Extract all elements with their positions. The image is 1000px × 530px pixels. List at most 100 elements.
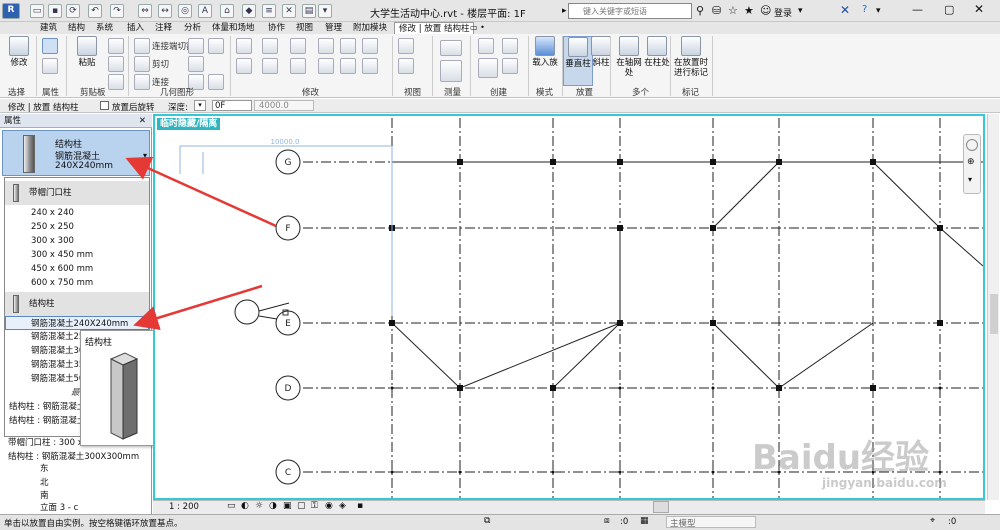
copy-icon[interactable]	[108, 38, 124, 54]
list-item[interactable]: 600 x 750 mm	[5, 276, 149, 290]
load-family-button[interactable]: 载入族	[530, 36, 560, 86]
grid-bubble-e[interactable]: E	[285, 319, 291, 329]
browser-item[interactable]: 东	[40, 462, 49, 474]
depth-value-field[interactable]: 4000.0	[254, 100, 314, 111]
slanted-column-button[interactable]: 斜柱	[586, 36, 616, 86]
visual-style-icon[interactable]: ◐	[241, 501, 249, 511]
rotate-icon[interactable]	[290, 58, 306, 74]
close-palette-icon[interactable]: ✕	[139, 114, 146, 128]
trim-icon[interactable]	[318, 58, 334, 74]
save-icon[interactable]: ▪	[48, 4, 62, 18]
filter-icon[interactable]: ▦	[640, 516, 649, 526]
grid-bubble-c[interactable]: C	[285, 468, 291, 478]
tag-icon[interactable]: ◎	[178, 4, 192, 18]
customize-icon[interactable]: ▾	[318, 4, 332, 18]
cut-geometry-icon[interactable]	[134, 56, 150, 72]
copy-element-icon[interactable]	[262, 58, 278, 74]
split-face-icon[interactable]	[188, 56, 204, 72]
wall-joins-icon[interactable]	[188, 38, 204, 54]
list-item[interactable]: 450 x 600 mm	[5, 262, 149, 276]
zoom-icon[interactable]: ⊕	[967, 157, 975, 167]
shadows-icon[interactable]: ◑	[269, 501, 277, 511]
at-grids-button[interactable]: 在轴网处	[614, 36, 644, 86]
linework-icon[interactable]	[398, 58, 414, 74]
mirror-pick-icon[interactable]	[290, 38, 306, 54]
ribbon-toggle-icon[interactable]: ▭ •	[470, 22, 485, 34]
at-columns-button[interactable]: 在柱处	[642, 36, 672, 86]
binoculars-icon[interactable]: ⚲	[696, 4, 704, 17]
user-icon[interactable]: ☺	[760, 4, 771, 17]
dimension-icon[interactable]: ↔	[158, 4, 172, 18]
login-link[interactable]: 登录	[774, 6, 792, 19]
paste-button[interactable]: 粘贴	[72, 36, 102, 86]
delete-icon[interactable]	[362, 58, 378, 74]
tab-collaborate[interactable]: 协作	[268, 22, 285, 34]
minimize-button[interactable]: —	[912, 3, 923, 16]
switch-windows-icon[interactable]: ▤	[302, 4, 316, 18]
list-item[interactable]: 300 x 300	[5, 234, 149, 248]
create-group-icon[interactable]	[478, 58, 498, 78]
browser-item[interactable]: 北	[40, 476, 49, 488]
sync-icon[interactable]: ⟳	[66, 4, 80, 18]
tab-manage[interactable]: 管理	[325, 22, 342, 34]
search-arrow-icon[interactable]: ▸	[562, 6, 567, 16]
unlock-3d-icon[interactable]: ⚿	[311, 501, 318, 511]
create-similar-icon[interactable]	[502, 58, 518, 74]
close-hidden-icon[interactable]: ✕	[282, 4, 296, 18]
reveal-hidden-icon[interactable]: ◈	[339, 501, 346, 511]
temporary-hide-icon[interactable]: ◉	[325, 501, 333, 511]
measure-tool-icon[interactable]	[440, 40, 462, 56]
type-properties-icon[interactable]	[42, 38, 58, 54]
tab-architecture[interactable]: 建筑	[40, 22, 57, 34]
navigation-bar[interactable]: ⊕ ▾	[963, 134, 981, 194]
nav-options-icon[interactable]: ▾	[968, 175, 972, 184]
exchange-apps-icon[interactable]: ✕	[840, 3, 850, 17]
array-icon[interactable]	[362, 38, 378, 54]
list-item-selected[interactable]: 钢筋混凝土240X240mm	[5, 316, 149, 330]
analytical-model-icon[interactable]: ▪	[357, 501, 363, 511]
redo-icon[interactable]: ↷	[110, 4, 124, 18]
login-dropdown-icon[interactable]: ▾	[798, 6, 803, 16]
hammer-icon[interactable]	[208, 74, 224, 90]
cut-icon[interactable]	[108, 56, 124, 72]
aligned-dimension-icon[interactable]	[440, 60, 462, 82]
undo-icon[interactable]: ↶	[88, 4, 102, 18]
grid-bubble-f[interactable]: F	[285, 224, 290, 234]
3d-view-icon[interactable]: ⌂	[220, 4, 234, 18]
match-icon[interactable]	[108, 74, 124, 90]
properties-icon[interactable]	[42, 58, 58, 74]
help-dropdown-icon[interactable]: ▾	[876, 6, 881, 16]
grid-bubble-g[interactable]: G	[285, 158, 292, 168]
tag-on-placement-button[interactable]: 在放置时进行标记	[672, 36, 710, 86]
create-assembly-icon[interactable]	[478, 38, 494, 54]
level-select[interactable]: 0F	[212, 100, 252, 111]
tab-analyze[interactable]: 分析	[184, 22, 201, 34]
cut-label[interactable]: 剪切	[152, 58, 169, 70]
create-parts-icon[interactable]	[502, 38, 518, 54]
worksets-icon[interactable]: ⧉	[484, 516, 490, 526]
offset-icon[interactable]	[262, 38, 278, 54]
tab-addins[interactable]: 附加模块	[353, 22, 387, 34]
search-input[interactable]: 键入关键字或短语	[568, 3, 692, 19]
tab-insert[interactable]: 插入	[127, 22, 144, 34]
grid-bubble-d[interactable]: D	[285, 384, 292, 394]
app-menu-button[interactable]: R	[2, 3, 20, 19]
rotate-after-checkbox[interactable]	[100, 101, 109, 110]
thin-lines-icon[interactable]: ≡	[262, 4, 276, 18]
crop-view-icon[interactable]: ▣	[283, 501, 292, 511]
list-item[interactable]: 300 x 450 mm	[5, 248, 149, 262]
mirror-draw-icon[interactable]	[318, 38, 334, 54]
pin-icon[interactable]	[340, 58, 356, 74]
split-icon[interactable]	[340, 38, 356, 54]
steering-wheel-icon[interactable]	[966, 139, 978, 151]
view-scale[interactable]: 1 : 200	[169, 502, 199, 512]
list-item[interactable]: 250 x 250	[5, 220, 149, 234]
communication-icon[interactable]: ☆	[728, 4, 738, 17]
detail-level-icon[interactable]: ▭	[227, 501, 236, 511]
move-icon[interactable]	[236, 58, 252, 74]
maximize-button[interactable]: ▢	[944, 3, 954, 16]
align-icon[interactable]	[236, 38, 252, 54]
sun-path-icon[interactable]: ☼	[255, 501, 263, 511]
tab-annotate[interactable]: 注释	[155, 22, 172, 34]
depth-dropdown-icon[interactable]: ▾	[194, 100, 206, 111]
